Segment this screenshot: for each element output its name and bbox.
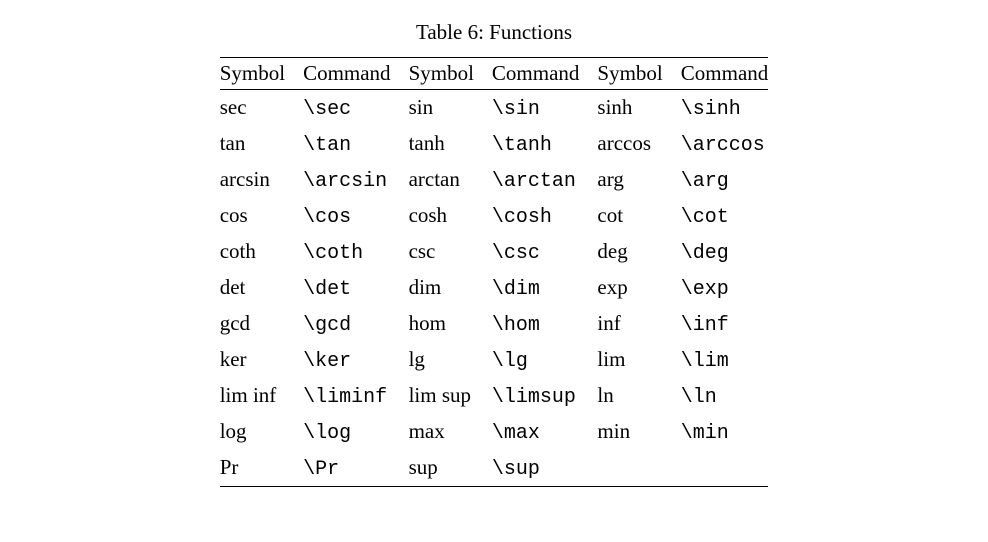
- table-row: Pr \Pr sup \sup: [220, 450, 769, 487]
- command-cell: \inf: [681, 306, 769, 342]
- symbol-cell: deg: [597, 234, 680, 270]
- symbol-cell: sinh: [597, 90, 680, 127]
- command-cell: \lim: [681, 342, 769, 378]
- command-cell: \hom: [492, 306, 598, 342]
- header-command-2: Command: [492, 58, 598, 90]
- table-row: tan \tan tanh \tanh arccos \arccos: [220, 126, 769, 162]
- command-cell: \sinh: [681, 90, 769, 127]
- table-row: cos \cos cosh \cosh cot \cot: [220, 198, 769, 234]
- symbol-cell: log: [220, 414, 303, 450]
- symbol-cell: sup: [409, 450, 492, 487]
- command-cell: \coth: [303, 234, 409, 270]
- command-cell: \limsup: [492, 378, 598, 414]
- command-cell: \tanh: [492, 126, 598, 162]
- command-cell: \ker: [303, 342, 409, 378]
- table-row: arcsin \arcsin arctan \arctan arg \arg: [220, 162, 769, 198]
- table-row: ker \ker lg \lg lim \lim: [220, 342, 769, 378]
- symbol-cell: ln: [597, 378, 680, 414]
- functions-table: Symbol Command Symbol Command Symbol Com…: [220, 57, 769, 487]
- table-row: gcd \gcd hom \hom inf \inf: [220, 306, 769, 342]
- table-row: coth \coth csc \csc deg \deg: [220, 234, 769, 270]
- command-cell: \max: [492, 414, 598, 450]
- symbol-cell: lim sup: [409, 378, 492, 414]
- table-body: sec \sec sin \sin sinh \sinh tan \tan ta…: [220, 90, 769, 487]
- command-cell: \cosh: [492, 198, 598, 234]
- command-cell: \sup: [492, 450, 598, 487]
- symbol-cell: sin: [409, 90, 492, 127]
- symbol-cell: coth: [220, 234, 303, 270]
- command-cell: \arctan: [492, 162, 598, 198]
- table-row: sec \sec sin \sin sinh \sinh: [220, 90, 769, 127]
- command-cell: \ln: [681, 378, 769, 414]
- command-cell: \gcd: [303, 306, 409, 342]
- symbol-cell: hom: [409, 306, 492, 342]
- command-cell: \arg: [681, 162, 769, 198]
- symbol-cell: det: [220, 270, 303, 306]
- symbol-cell: inf: [597, 306, 680, 342]
- symbol-cell: lim inf: [220, 378, 303, 414]
- command-cell: \sin: [492, 90, 598, 127]
- symbol-cell: max: [409, 414, 492, 450]
- command-cell: \dim: [492, 270, 598, 306]
- symbol-cell: min: [597, 414, 680, 450]
- command-cell: \det: [303, 270, 409, 306]
- command-cell: \lg: [492, 342, 598, 378]
- command-cell: \arccos: [681, 126, 769, 162]
- command-cell: \arcsin: [303, 162, 409, 198]
- header-command-1: Command: [303, 58, 409, 90]
- command-cell: \cos: [303, 198, 409, 234]
- symbol-cell: lim: [597, 342, 680, 378]
- symbol-cell: sec: [220, 90, 303, 127]
- symbol-cell: arg: [597, 162, 680, 198]
- symbol-cell: arccos: [597, 126, 680, 162]
- symbol-cell: Pr: [220, 450, 303, 487]
- command-cell: \sec: [303, 90, 409, 127]
- table-wrapper: Symbol Command Symbol Command Symbol Com…: [220, 57, 769, 487]
- symbol-cell: arctan: [409, 162, 492, 198]
- table-header-row: Symbol Command Symbol Command Symbol Com…: [220, 58, 769, 90]
- command-cell: \csc: [492, 234, 598, 270]
- symbol-cell: cos: [220, 198, 303, 234]
- command-cell: \tan: [303, 126, 409, 162]
- table-caption: Table 6: Functions: [416, 20, 572, 45]
- symbol-cell: cot: [597, 198, 680, 234]
- table-row: lim inf \liminf lim sup \limsup ln \ln: [220, 378, 769, 414]
- header-symbol-1: Symbol: [220, 58, 303, 90]
- command-cell: \liminf: [303, 378, 409, 414]
- command-cell: \log: [303, 414, 409, 450]
- symbol-cell: csc: [409, 234, 492, 270]
- symbol-cell: dim: [409, 270, 492, 306]
- symbol-cell: cosh: [409, 198, 492, 234]
- header-command-3: Command: [681, 58, 769, 90]
- header-symbol-2: Symbol: [409, 58, 492, 90]
- command-cell: \exp: [681, 270, 769, 306]
- symbol-cell: [597, 450, 680, 487]
- symbol-cell: ker: [220, 342, 303, 378]
- symbol-cell: exp: [597, 270, 680, 306]
- symbol-cell: tanh: [409, 126, 492, 162]
- table-row: det \det dim \dim exp \exp: [220, 270, 769, 306]
- symbol-cell: gcd: [220, 306, 303, 342]
- symbol-cell: tan: [220, 126, 303, 162]
- table-row: log \log max \max min \min: [220, 414, 769, 450]
- command-cell: \cot: [681, 198, 769, 234]
- command-cell: [681, 450, 769, 487]
- symbol-cell: arcsin: [220, 162, 303, 198]
- header-symbol-3: Symbol: [597, 58, 680, 90]
- command-cell: \min: [681, 414, 769, 450]
- symbol-cell: lg: [409, 342, 492, 378]
- command-cell: \deg: [681, 234, 769, 270]
- command-cell: \Pr: [303, 450, 409, 487]
